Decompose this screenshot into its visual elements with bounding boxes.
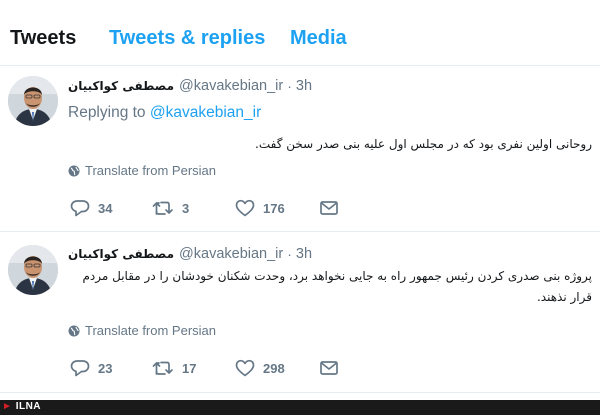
- heart-icon: [235, 199, 255, 217]
- logo-text: ILNA: [15, 401, 42, 412]
- reply-count: 34: [98, 200, 113, 216]
- replying-handle-link[interactable]: @kavakebian_ir: [150, 104, 261, 121]
- display-name[interactable]: مصطفی کواکبیان: [68, 79, 174, 93]
- avatar-image: [8, 245, 58, 295]
- tab-tweets[interactable]: Tweets: [10, 27, 76, 50]
- globe-icon: [68, 165, 80, 176]
- translate-label: Translate from Persian: [85, 323, 217, 338]
- tweet[interactable]: مصطفی کواکبیان @kavakebian_ir · 3h Reply…: [0, 66, 600, 232]
- globe-icon: [68, 325, 80, 336]
- reply-icon: [70, 360, 90, 377]
- tweet-header: مصطفی کواکبیان @kavakebian_ir · 3h: [68, 244, 312, 264]
- tweet-header: مصطفی کواکبیان @kavakebian_ir · 3h: [68, 76, 312, 96]
- translate-link[interactable]: Translate from Persian: [68, 163, 216, 178]
- direct-message-button[interactable]: [319, 357, 339, 379]
- avatar[interactable]: [8, 245, 58, 295]
- reply-count: 23: [98, 360, 113, 376]
- tab-media[interactable]: Media: [290, 27, 347, 50]
- like-button[interactable]: 298: [235, 357, 285, 379]
- heart-icon: [235, 359, 255, 377]
- reply-button[interactable]: 34: [70, 197, 112, 219]
- retweet-button[interactable]: 3: [152, 197, 189, 219]
- like-count: 176: [263, 200, 285, 216]
- tab-tweets-and-replies[interactable]: Tweets & replies: [109, 27, 265, 50]
- user-handle[interactable]: @kavakebian_ir: [179, 246, 283, 262]
- translate-link[interactable]: Translate from Persian: [68, 323, 216, 338]
- retweet-button[interactable]: 17: [152, 357, 196, 379]
- footer-bar: ► ILNA: [0, 400, 600, 415]
- separator-dot: ·: [287, 78, 292, 94]
- agency-logo: ► ILNA: [2, 401, 41, 412]
- translate-label: Translate from Persian: [85, 163, 217, 178]
- avatar-image: [8, 76, 58, 126]
- envelope-icon: [320, 201, 338, 215]
- replying-to: Replying to @kavakebian_ir: [68, 104, 261, 122]
- tweet-actions: 23 17 298: [70, 357, 350, 379]
- separator-dot: ·: [287, 246, 292, 262]
- retweet-icon: [152, 201, 173, 215]
- tweet-text: پروژه بنی صدری کردن رئیس جمهور راه به جا…: [82, 269, 592, 304]
- tweet-actions: 34 3 176: [70, 197, 350, 219]
- display-name[interactable]: مصطفی کواکبیان: [68, 247, 174, 261]
- replying-prefix: Replying to: [68, 104, 146, 121]
- timestamp[interactable]: 3h: [296, 246, 312, 262]
- like-button[interactable]: 176: [235, 197, 285, 219]
- reply-button[interactable]: 23: [70, 357, 112, 379]
- profile-tabs: Tweets Tweets & replies Media: [0, 0, 600, 66]
- retweet-icon: [152, 361, 173, 375]
- reply-icon: [70, 200, 90, 217]
- direct-message-button[interactable]: [319, 197, 339, 219]
- envelope-icon: [320, 361, 338, 375]
- retweet-count: 17: [182, 360, 197, 376]
- like-count: 298: [263, 360, 285, 376]
- timestamp[interactable]: 3h: [296, 78, 312, 94]
- user-handle[interactable]: @kavakebian_ir: [179, 78, 283, 94]
- avatar[interactable]: [8, 76, 58, 126]
- logo-arrow-icon: ►: [2, 401, 13, 412]
- tweet-text: روحانی اولین نفری بود که در مجلس اول علی…: [255, 137, 592, 151]
- retweet-count: 3: [182, 200, 190, 216]
- tweet[interactable]: مصطفی کواکبیان @kavakebian_ir · 3h پروژه…: [0, 233, 600, 393]
